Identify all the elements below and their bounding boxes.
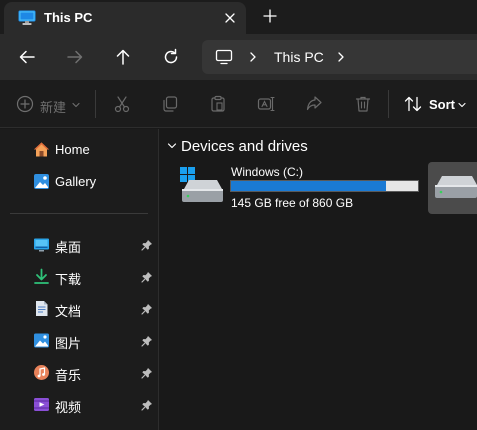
pin-icon[interactable]: [141, 303, 153, 315]
toolbar-divider: [388, 90, 389, 118]
videos-icon: [34, 398, 49, 411]
sidebar-divider: [10, 213, 148, 214]
sidebar-item-label: 桌面: [55, 240, 82, 255]
drive-item[interactable]: Windows (C:) 145 GB free of 860 GB: [178, 163, 423, 211]
tab-title: This PC: [44, 10, 93, 25]
sidebar-item-pictures[interactable]: 图片: [0, 326, 158, 356]
pin-icon[interactable]: [141, 399, 153, 411]
drive-name: Windows (C:): [231, 165, 304, 179]
paste-icon[interactable]: [209, 95, 227, 113]
pin-icon[interactable]: [141, 335, 153, 347]
tab-this-pc[interactable]: This PC: [4, 2, 246, 34]
pin-icon[interactable]: [141, 271, 153, 283]
pin-icon[interactable]: [141, 367, 153, 379]
chevron-down-icon: [72, 102, 80, 108]
sidebar-item-label: 音乐: [55, 368, 82, 383]
music-icon: [34, 365, 49, 380]
system-drive-icon: [180, 167, 223, 202]
sidebar-item-music[interactable]: 音乐: [0, 358, 158, 388]
cut-icon[interactable]: [113, 95, 131, 113]
chevron-down-icon[interactable]: [167, 142, 177, 150]
chevron-right-icon[interactable]: [336, 51, 346, 63]
share-icon[interactable]: [305, 95, 323, 113]
sidebar-item-videos[interactable]: 视频: [0, 390, 158, 420]
add-icon: [16, 95, 34, 113]
toolbar-divider: [95, 90, 96, 118]
this-pc-icon: [18, 10, 36, 25]
computer-icon: [215, 49, 233, 65]
sidebar-item-downloads[interactable]: 下载: [0, 262, 158, 292]
sort-button-label: Sort: [429, 97, 455, 112]
delete-icon[interactable]: [354, 95, 372, 113]
chevron-right-icon[interactable]: [248, 51, 258, 63]
home-icon: [34, 142, 49, 157]
navigation-bar: This PC: [0, 34, 477, 80]
gallery-icon: [34, 174, 49, 189]
sidebar-item-gallery[interactable]: Gallery: [0, 167, 158, 197]
desktop-folder-icon: [34, 238, 49, 252]
new-button-label: 新建: [40, 100, 67, 115]
pin-icon[interactable]: [141, 239, 153, 251]
sidebar-item-label: 图片: [55, 336, 82, 351]
forward-arrow-icon[interactable]: [65, 47, 85, 67]
drive-usage-fill: [231, 181, 387, 191]
title-bar: This PC: [0, 0, 477, 34]
group-header[interactable]: Devices and drives: [181, 138, 308, 155]
sidebar-item-label: Gallery: [55, 174, 97, 189]
content-pane: Devices and drives Windows (C:) 145 GB f…: [160, 129, 477, 430]
downloads-icon: [34, 268, 49, 284]
chevron-down-icon: [458, 102, 466, 108]
drive-icon: [435, 176, 477, 198]
drive-free-space: 145 GB free of 860 GB: [231, 196, 354, 210]
sidebar-item-desktop[interactable]: 桌面: [0, 230, 158, 260]
rename-icon[interactable]: [257, 95, 275, 113]
close-tab-icon[interactable]: [222, 10, 238, 26]
command-bar: 新建 Sort: [0, 80, 477, 128]
back-arrow-icon[interactable]: [17, 47, 37, 67]
sidebar-item-label: 文档: [55, 304, 82, 319]
sidebar-item-label: 下载: [55, 272, 82, 287]
new-tab-icon[interactable]: [262, 8, 278, 24]
sidebar-item-home[interactable]: Home: [0, 135, 158, 165]
copy-icon[interactable]: [161, 95, 179, 113]
sidebar-item-documents[interactable]: 文档: [0, 294, 158, 324]
sidebar-item-label: Home: [55, 142, 90, 157]
drive-usage-bar: [230, 180, 419, 192]
navigation-pane: Home Gallery 桌面 下载 文档 图片 音乐 视频: [0, 129, 159, 430]
breadcrumb-this-pc[interactable]: This PC: [274, 49, 324, 65]
refresh-icon[interactable]: [161, 47, 181, 67]
sort-icon: [404, 96, 422, 112]
documents-icon: [36, 301, 48, 316]
up-arrow-icon[interactable]: [113, 47, 133, 67]
sidebar-item-label: 视频: [55, 400, 82, 415]
address-bar[interactable]: This PC: [202, 40, 477, 74]
pictures-icon: [34, 333, 49, 348]
drive-item[interactable]: [428, 162, 477, 214]
